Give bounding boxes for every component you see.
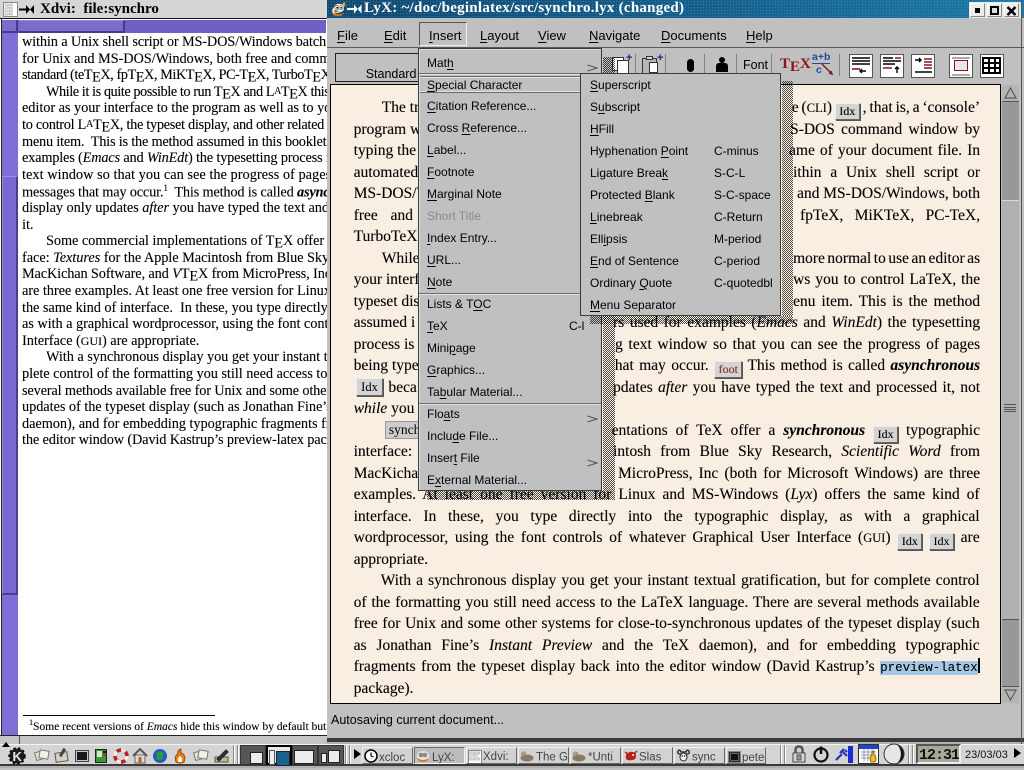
svg-text:K: K [13, 749, 23, 764]
